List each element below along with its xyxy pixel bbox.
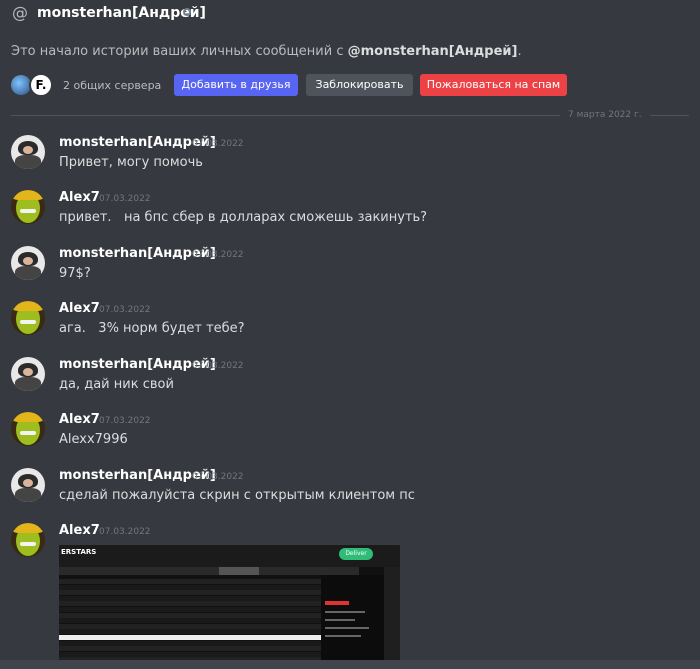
avatar[interactable] [11,412,45,446]
message-text: Привет, могу помочь [59,155,203,170]
mutual-servers-label[interactable]: 2 общих сервера [63,79,161,92]
message-text: Alexx7996 [59,432,128,447]
report-spam-button[interactable]: Пожаловаться на спам [420,74,567,96]
attachment-row [59,646,321,652]
avatar[interactable] [11,468,45,502]
avatar[interactable] [11,246,45,280]
block-button[interactable]: Заблокировать [306,74,413,96]
attachment-row [59,607,321,612]
message-timestamp: 07.03.2022 [192,472,244,482]
message-author[interactable]: Alex7 [59,301,100,317]
dm-intro-text: Это начало истории ваших личных сообщени… [11,44,522,59]
server-icon [11,75,31,95]
attachment-row [59,584,321,590]
message-timestamp: 07.03.2022 [99,527,151,537]
header-username[interactable]: monsterhan[Андрей] [37,4,206,22]
attachment-right-rail [384,567,400,669]
attachment-row [59,651,321,657]
attachment-deliver-badge: Deliver [339,548,373,560]
attachment-logo: ERSTARS [61,548,97,556]
date-divider-label: 7 марта 2022 г. [560,109,650,121]
attachment-row [59,640,321,646]
offline-status-icon [183,8,191,16]
dm-header: @ monsterhan[Андрей] [0,0,700,26]
avatar[interactable] [11,357,45,391]
attachment-side-line [325,619,355,621]
attachment-side-line [325,635,361,637]
message-timestamp: 07.03.2022 [192,250,244,260]
message-timestamp: 07.03.2022 [192,361,244,371]
message-text: ага. 3% норм будет тебе? [59,321,245,336]
attachment-row [59,590,321,596]
attachment-side-line [325,611,365,613]
attachment-row [59,629,321,635]
intro-username: @monsterhan[Андрей] [347,44,518,59]
attachment-row [59,623,321,629]
message-text: да, дай ник свой [59,377,174,392]
message-timestamp: 07.03.2022 [99,416,151,426]
at-sign-icon: @ [12,3,28,22]
message-author[interactable]: Alex7 [59,523,100,539]
message-text: сделай пожалуйста скрин с открытым клиен… [59,488,415,503]
avatar[interactable] [11,301,45,335]
avatar[interactable] [11,523,45,557]
attachment-active-tab [219,567,259,575]
message-author[interactable]: Alex7 [59,412,100,428]
attachment-row [59,612,321,618]
attachment-row [59,601,321,607]
attachment-row [59,595,321,601]
intro-prefix: Это начало истории ваших личных сообщени… [11,44,348,59]
attachment-side-highlight [325,601,349,605]
avatar[interactable] [11,190,45,224]
server-icon: F. [29,73,53,97]
screenshot-attachment[interactable]: ERSTARS Deliver [59,545,400,669]
message-timestamp: 07.03.2022 [99,305,151,315]
message-timestamp: 07.03.2022 [99,194,151,204]
avatar[interactable] [11,135,45,169]
attachment-row [59,635,321,640]
message-text: 97$? [59,266,91,281]
add-friend-button[interactable]: Добавить в друзья [174,74,298,96]
attachment-row [59,579,321,584]
message-input-bar[interactable] [0,660,700,669]
attachment-tabs [59,567,359,575]
message-author[interactable]: Alex7 [59,190,100,206]
message-text: привет. на бпс сбер в долларах сможешь з… [59,210,428,225]
mutual-servers[interactable]: F. 2 общих сервера [11,73,161,97]
attachment-side-panel [321,575,384,669]
message-timestamp: 07.03.2022 [192,139,244,149]
intro-suffix: . [517,44,522,59]
attachment-side-line [325,627,369,629]
attachment-row [59,618,321,624]
